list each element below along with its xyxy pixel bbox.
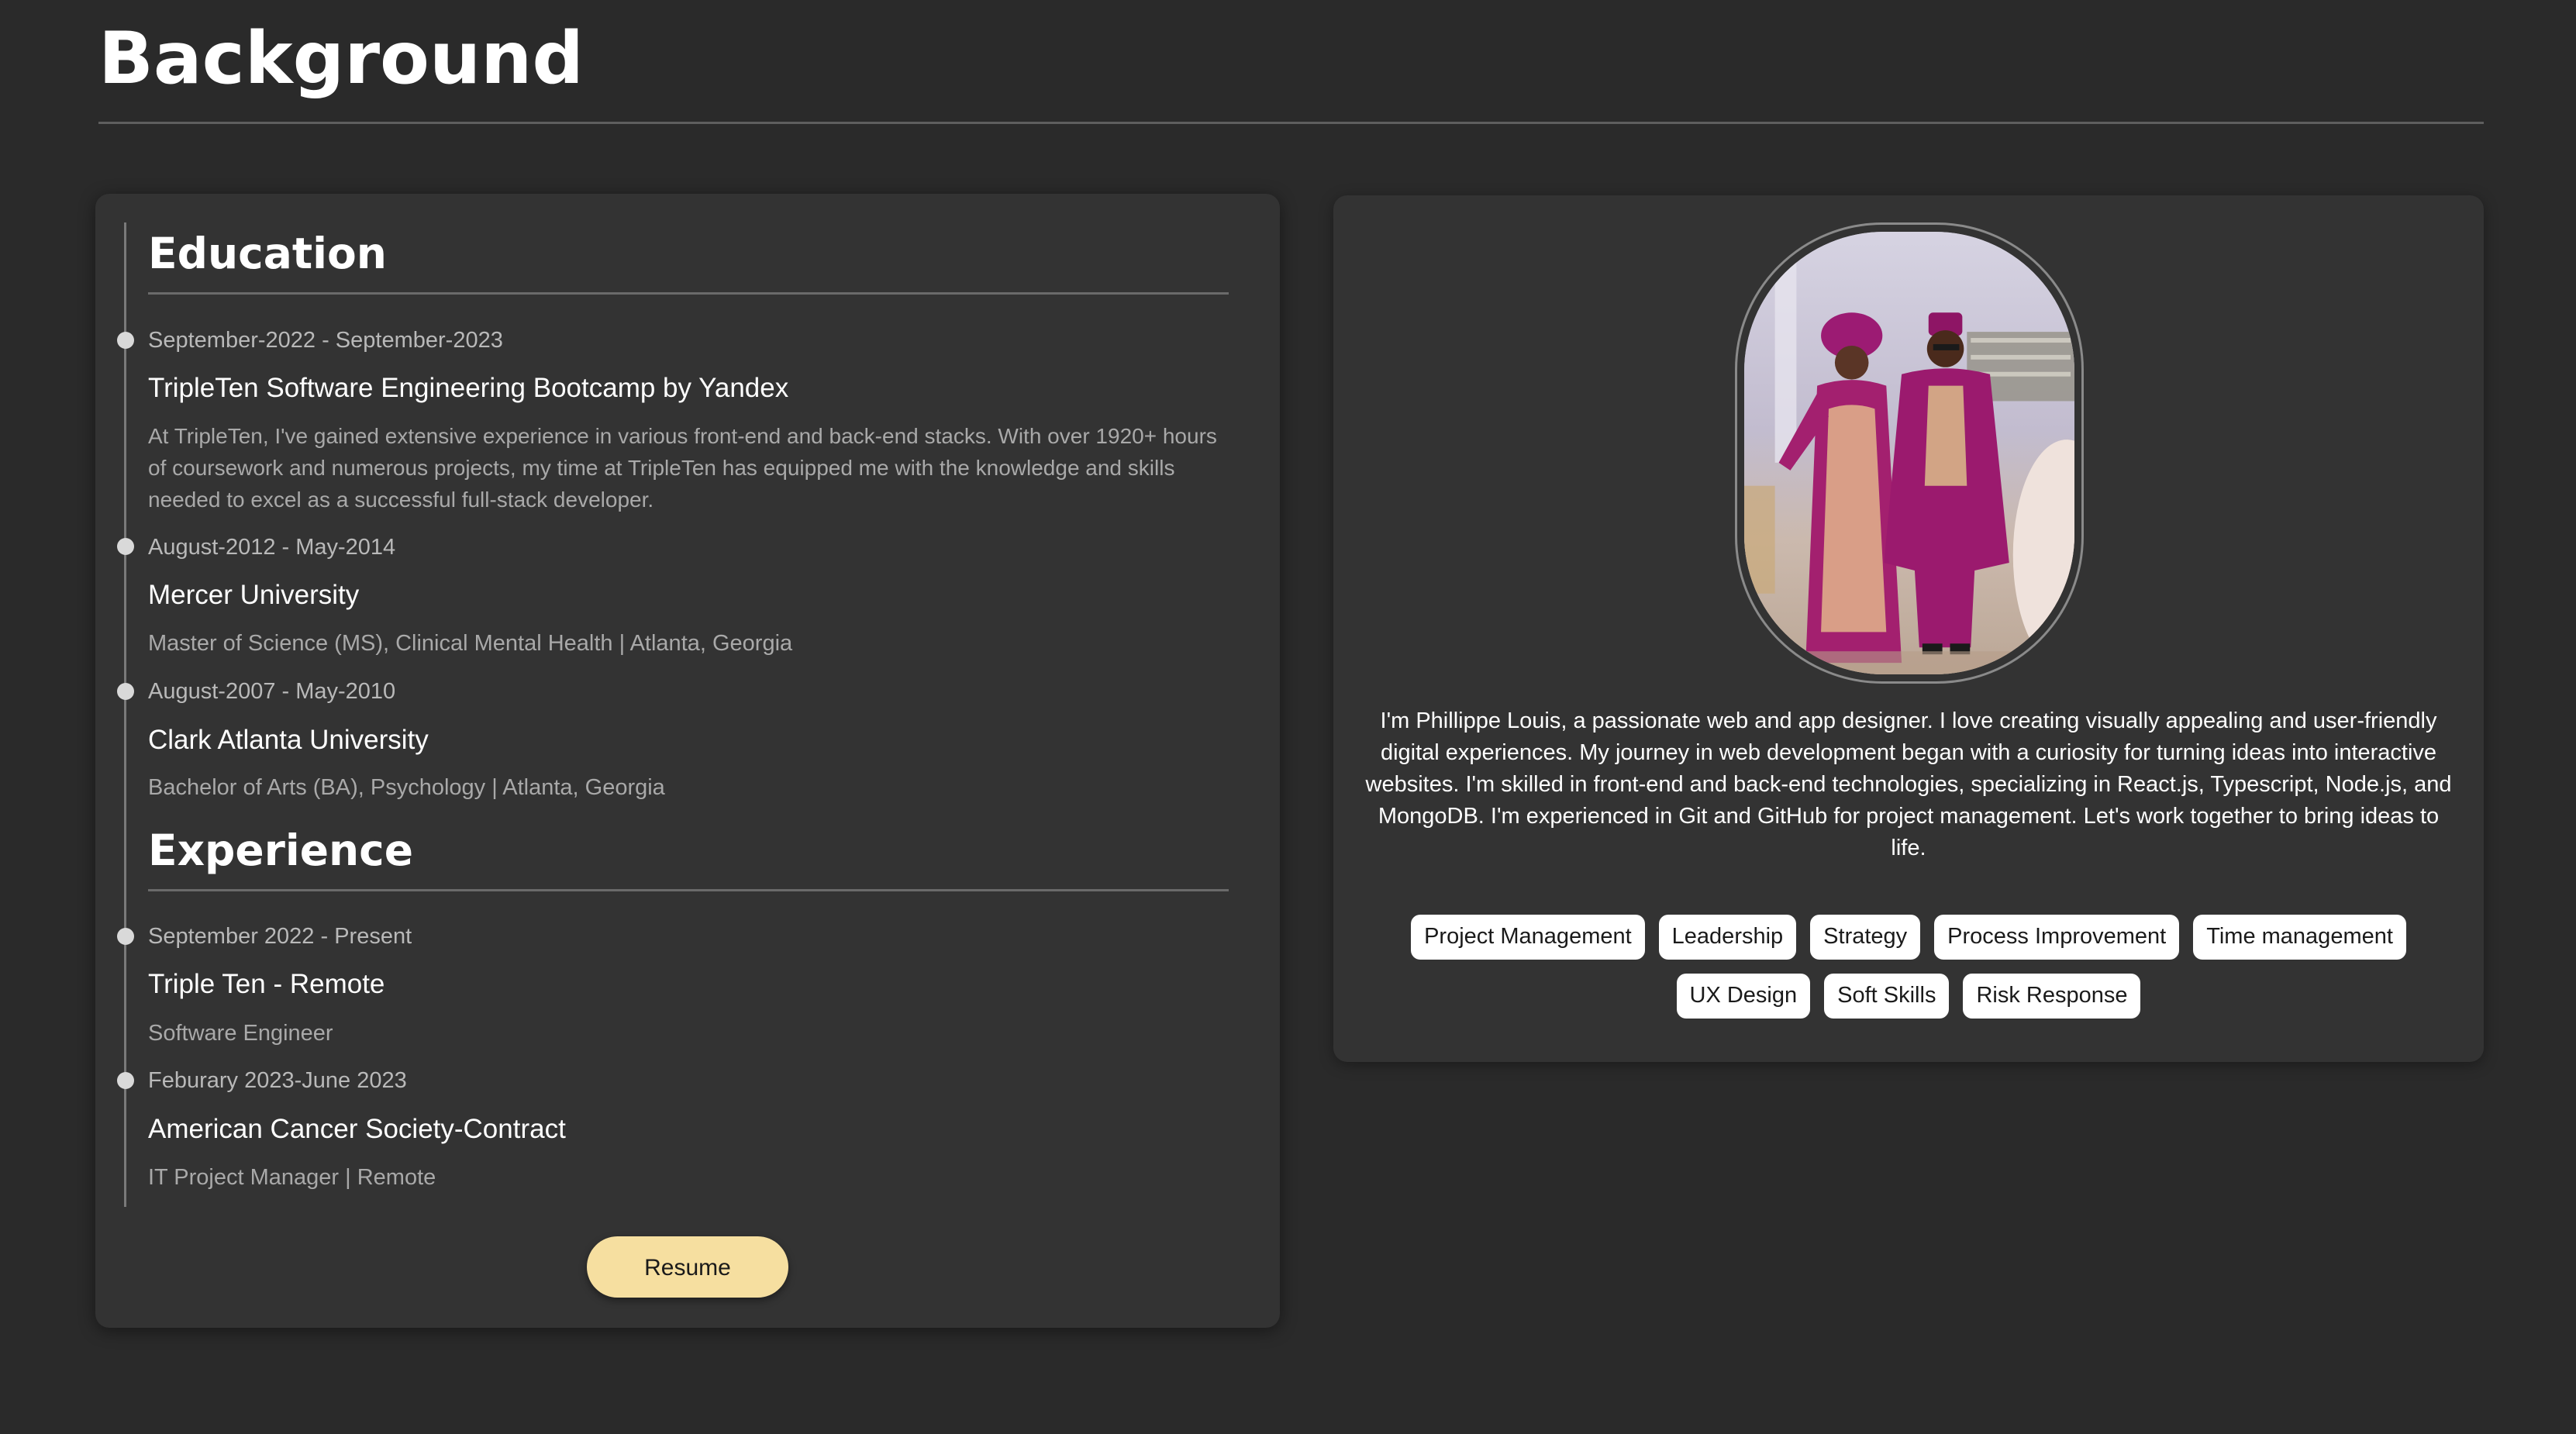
- timeline-dot: [117, 1072, 134, 1089]
- skill-tag: Soft Skills: [1824, 974, 1950, 1019]
- profile-photo: [1744, 232, 2074, 674]
- profile-photo-frame: [1735, 222, 2084, 684]
- page-title: Background: [98, 16, 584, 100]
- skill-tag: Risk Response: [1963, 974, 2141, 1019]
- education-date: August-2007 - May-2010: [148, 679, 396, 704]
- education-title: TripleTen Software Engineering Bootcamp …: [148, 373, 789, 403]
- timeline-dot: [117, 683, 134, 700]
- education-date: September-2022 - September-2023: [148, 328, 503, 353]
- experience-date: Feburary 2023-June 2023: [148, 1068, 407, 1093]
- experience-heading: Experience: [148, 826, 414, 875]
- experience-date: September 2022 - Present: [148, 924, 412, 949]
- education-description: Bachelor of Arts (BA), Psychology | Atla…: [148, 775, 665, 800]
- experience-description: IT Project Manager | Remote: [148, 1165, 436, 1190]
- timeline-dot: [117, 538, 134, 555]
- education-description: At TripleTen, I've gained extensive expe…: [148, 424, 1217, 512]
- education-description: Master of Science (MS), Clinical Mental …: [148, 631, 793, 656]
- education-date: August-2012 - May-2014: [148, 535, 396, 560]
- experience-description: Software Engineer: [148, 1021, 333, 1046]
- skill-tag: Process Improvement: [1934, 915, 2180, 960]
- bio-text: I'm Phillippe Louis, a passionate web an…: [1365, 708, 2452, 860]
- education-title: Mercer University: [148, 580, 360, 610]
- skill-tag: Project Management: [1411, 915, 1645, 960]
- timeline-dot: [117, 332, 134, 349]
- experience-title: American Cancer Society-Contract: [148, 1114, 566, 1144]
- education-title: Clark Atlanta University: [148, 725, 429, 755]
- timeline-dot: [117, 928, 134, 945]
- timeline-line: [124, 222, 126, 1207]
- experience-divider: [148, 889, 1229, 891]
- profile-photo-illustration: [1744, 232, 2074, 674]
- skills-list: Project Management Leadership Strategy P…: [1364, 915, 2453, 1019]
- education-heading: Education: [148, 229, 387, 278]
- skill-tag: Time management: [2193, 915, 2406, 960]
- skill-tag: Leadership: [1658, 915, 1797, 960]
- skill-tag: Strategy: [1810, 915, 1921, 960]
- resume-button[interactable]: Resume: [587, 1236, 788, 1298]
- skill-tag: UX Design: [1676, 974, 1811, 1019]
- title-divider: [98, 122, 2484, 124]
- education-divider: [148, 292, 1229, 295]
- background-card: [95, 194, 1280, 1328]
- experience-title: Triple Ten - Remote: [148, 969, 385, 999]
